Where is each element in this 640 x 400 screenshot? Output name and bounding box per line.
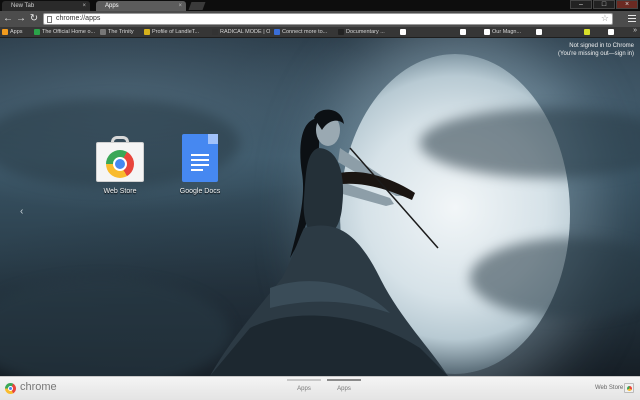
tab-title: Apps xyxy=(105,3,119,9)
tab-strip: New Tab × Apps × – □ × xyxy=(0,0,640,11)
bookmark-favicon-icon xyxy=(460,29,466,35)
bookmark-label: Our Magn... xyxy=(492,29,522,35)
page-icon xyxy=(47,16,52,23)
address-bar[interactable]: chrome://apps ☆ xyxy=(43,13,613,25)
page-label: Apps xyxy=(337,386,351,392)
bookmark-favicon-icon xyxy=(484,29,490,35)
bookmark-label: Documentary ... xyxy=(346,29,385,35)
bookmark-item[interactable] xyxy=(584,28,604,37)
minimize-icon[interactable]: – xyxy=(570,0,592,9)
app-label: Google Docs xyxy=(179,188,221,195)
bookmark-label: Connect more to... xyxy=(282,29,328,35)
web-store-icon xyxy=(96,136,144,182)
bookmark-label: The Official Home o... xyxy=(42,29,96,35)
signin-prompt[interactable]: Not signed in to Chrome (You're missing … xyxy=(558,42,634,58)
bookmark-label: Profile of LandleT... xyxy=(152,29,200,35)
menu-icon xyxy=(628,15,636,16)
signin-line-2[interactable]: (You're missing out—sign in) xyxy=(558,50,634,58)
bookmark-favicon-icon xyxy=(584,29,590,35)
bookmark-item[interactable]: Documentary ... xyxy=(338,28,396,37)
bookmark-favicon-icon xyxy=(400,29,406,35)
apps-page: Not signed in to Chrome (You're missing … xyxy=(0,38,640,376)
tab-title: New Tab xyxy=(11,3,35,9)
web-store-link[interactable]: Web Store xyxy=(595,385,623,391)
bookmark-favicon-icon xyxy=(100,29,106,35)
bookmark-favicon-icon xyxy=(2,29,8,35)
bookmark-item[interactable]: Apps xyxy=(2,28,30,37)
bookmark-item[interactable]: Connect more to... xyxy=(274,28,334,37)
signin-line-1: Not signed in to Chrome xyxy=(569,43,634,49)
arrow-right-icon: → xyxy=(16,13,26,24)
close-icon[interactable]: × xyxy=(178,1,182,11)
tab-new-tab[interactable]: New Tab × xyxy=(2,1,90,11)
page-label: Apps xyxy=(297,386,311,392)
bookmark-item[interactable] xyxy=(400,28,456,37)
app-google-docs[interactable]: Google Docs xyxy=(165,134,235,195)
bookmark-label: The Trinity xyxy=(108,29,134,35)
reload-icon: ↻ xyxy=(29,13,39,24)
bookmark-favicon-icon xyxy=(212,29,218,35)
chevron-left-icon: ‹ xyxy=(20,206,24,217)
bookmark-item[interactable]: The Official Home o... xyxy=(34,28,96,37)
maximize-icon[interactable]: □ xyxy=(593,0,615,9)
chrome-logo-icon xyxy=(5,383,16,394)
bookmark-item[interactable] xyxy=(536,28,580,37)
reload-button[interactable]: ↻ xyxy=(28,12,40,25)
bookmarks-overflow-icon[interactable]: » xyxy=(633,27,637,34)
toolbar: ← → ↻ chrome://apps ☆ xyxy=(0,11,640,27)
bookmark-label: Apps xyxy=(10,29,23,35)
bookmark-favicon-icon xyxy=(536,29,542,35)
bookmark-favicon-icon xyxy=(338,29,344,35)
chrome-brand: chrome xyxy=(20,381,57,393)
web-store-icon[interactable] xyxy=(624,383,634,393)
star-icon[interactable]: ☆ xyxy=(601,13,609,24)
bookmark-item[interactable]: The Trinity xyxy=(100,28,140,37)
menu-button[interactable] xyxy=(626,13,638,25)
bookmark-favicon-icon xyxy=(34,29,40,35)
bottom-bar: chrome Apps Apps Web Store xyxy=(0,376,640,400)
background-violinist xyxy=(210,109,448,376)
google-docs-icon xyxy=(182,134,218,182)
bookmark-item[interactable]: RADICAL MODE | Onli... xyxy=(212,28,270,37)
forward-button[interactable]: → xyxy=(15,12,27,25)
bookmark-item[interactable] xyxy=(460,28,480,37)
bookmark-label: RADICAL MODE | Onli... xyxy=(220,29,270,35)
url-text: chrome://apps xyxy=(56,15,101,22)
bookmark-favicon-icon xyxy=(608,29,614,35)
tab-apps[interactable]: Apps × xyxy=(96,1,186,11)
bookmark-item[interactable] xyxy=(608,28,628,37)
close-icon[interactable]: × xyxy=(616,0,638,9)
page-switcher-apps-active[interactable]: Apps xyxy=(327,379,361,392)
arrow-left-icon: ← xyxy=(3,13,13,24)
page-switcher-apps[interactable]: Apps xyxy=(287,379,321,392)
back-button[interactable]: ← xyxy=(2,12,14,25)
app-web-store[interactable]: Web Store xyxy=(85,136,155,195)
close-icon[interactable]: × xyxy=(82,1,86,11)
app-label: Web Store xyxy=(103,188,137,195)
new-tab-button[interactable] xyxy=(188,2,206,10)
bookmark-item[interactable]: Our Magn... xyxy=(484,28,532,37)
bookmark-favicon-icon xyxy=(144,29,150,35)
bookmarks-bar: Apps The Official Home o... The Trinity Pro… xyxy=(0,27,640,38)
previous-page-button[interactable]: ‹ xyxy=(20,206,23,217)
bookmark-item[interactable]: Profile of LandleT... xyxy=(144,28,208,37)
bookmark-favicon-icon xyxy=(274,29,280,35)
